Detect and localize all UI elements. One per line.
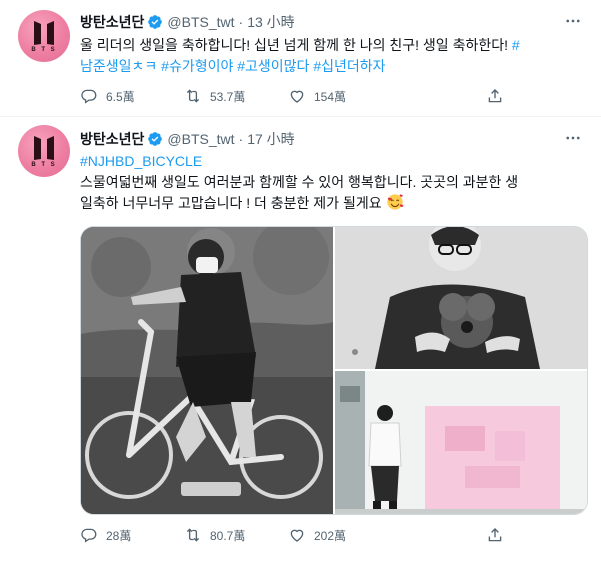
heart-icon: [290, 529, 304, 542]
tweet-text-line: 울 리더의 생일을 축하합니다! 십년 넘게 함께 한 나의 친구! 생일 축하…: [80, 37, 508, 53]
like-count: 154萬: [314, 89, 347, 104]
avatar[interactable]: B T S: [18, 10, 70, 62]
share-button[interactable]: [486, 526, 504, 544]
retweet-icon: [186, 89, 200, 103]
separator-dot: ·: [238, 14, 244, 30]
separator-dot: ·: [238, 131, 244, 147]
reply-button[interactable]: 6.5萬: [80, 87, 135, 105]
tweet[interactable]: B T S 방탄소년단 @BTS_twt · 17 小時 #NJHBD_BICY…: [0, 117, 601, 564]
verified-badge-icon: [147, 14, 163, 30]
retweet-count: 80.7萬: [210, 528, 246, 543]
retweet-count: 53.7萬: [210, 89, 246, 104]
reply-button[interactable]: 28萬: [80, 526, 131, 544]
tweet-text: 울 리더의 생일을 축하합니다! 십년 넘게 함께 한 나의 친구! 생일 축하…: [80, 35, 587, 77]
share-icon: [488, 528, 502, 542]
retweet-button[interactable]: 53.7萬: [184, 87, 245, 105]
user-handle[interactable]: @BTS_twt: [167, 131, 234, 147]
avatar-label: B T S: [31, 46, 57, 53]
share-button[interactable]: [486, 87, 504, 105]
more-options-icon[interactable]: [563, 129, 583, 147]
hashtag-link[interactable]: #: [512, 37, 520, 53]
tweet-text-line: 일축하 너무너무 고맙습니다 ! 더 충분한 제가 될게요: [80, 195, 382, 211]
tweet-actions: 28萬 80.7萬 202萬: [80, 524, 510, 546]
hashtag-link[interactable]: #십년더하자: [313, 58, 385, 74]
avatar[interactable]: B T S: [18, 125, 70, 177]
tweet-text: #NJHBD_BICYCLE 스물여덟번째 생일도 여러분과 함께할 수 있어 …: [80, 151, 587, 214]
reply-count: 6.5萬: [106, 89, 135, 104]
tweet-header: 방탄소년단 @BTS_twt · 13 小時: [80, 12, 295, 32]
retweet-icon: [186, 528, 200, 542]
tweet[interactable]: B T S 방탄소년단 @BTS_twt · 13 小時 울 리더의 생일을 축…: [0, 0, 601, 117]
bts-logo-icon: [34, 20, 54, 45]
share-icon: [488, 89, 502, 103]
reply-icon: [81, 89, 97, 104]
tweet-actions: 6.5萬 53.7萬 154萬: [80, 85, 510, 107]
more-options-icon[interactable]: [563, 12, 583, 30]
reply-count: 28萬: [106, 528, 132, 543]
bts-logo-icon: [34, 135, 54, 160]
photo-with-dog[interactable]: [335, 227, 587, 369]
hashtag-link[interactable]: 남준생일ㅊㅋ: [80, 58, 157, 74]
hashtag-link[interactable]: #슈가형이야: [161, 58, 233, 74]
photo-bicycle[interactable]: [81, 227, 333, 514]
timestamp[interactable]: 13 小時: [247, 12, 294, 32]
like-button[interactable]: 202萬: [288, 526, 346, 544]
avatar-label: B T S: [31, 161, 57, 168]
user-handle[interactable]: @BTS_twt: [167, 14, 234, 30]
smiling-face-with-hearts-icon: [386, 194, 403, 210]
like-button[interactable]: 154萬: [288, 87, 346, 105]
timestamp[interactable]: 17 小時: [247, 129, 294, 149]
retweet-button[interactable]: 80.7萬: [184, 526, 245, 544]
tweet-text-line: 스물여덟번째 생일도 여러분과 함께할 수 있어 행복합니다. 곳곳의 과분한 …: [80, 174, 519, 190]
display-name[interactable]: 방탄소년단: [80, 129, 144, 149]
verified-badge-icon: [147, 131, 163, 147]
reply-icon: [81, 528, 97, 543]
heart-icon: [290, 90, 304, 103]
tweet-header: 방탄소년단 @BTS_twt · 17 小時: [80, 129, 295, 149]
hashtag-link[interactable]: #NJHBD_BICYCLE: [80, 153, 202, 169]
display-name[interactable]: 방탄소년단: [80, 12, 144, 32]
like-count: 202萬: [314, 528, 347, 543]
photo-grid: [80, 226, 588, 515]
photo-with-painting[interactable]: [335, 371, 587, 514]
hashtag-link[interactable]: #고생이많다: [237, 58, 309, 74]
